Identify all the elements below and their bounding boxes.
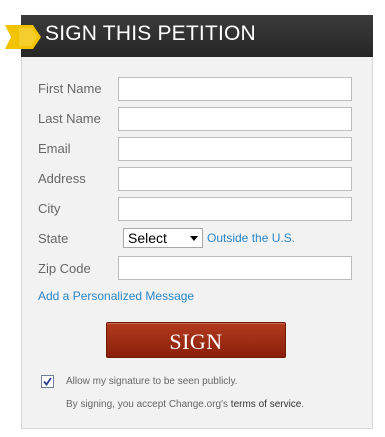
zip-code-field[interactable]: [118, 256, 352, 280]
terms-prefix: By signing, you accept Change.org's: [66, 399, 231, 410]
last-name-label: Last Name: [38, 111, 101, 126]
terms-of-service-link[interactable]: terms of service: [231, 399, 302, 410]
email-field[interactable]: [118, 137, 352, 161]
outside-us-link[interactable]: Outside the U.S.: [207, 231, 295, 245]
flag-ribbon-icon: [5, 25, 41, 49]
city-label: City: [38, 201, 61, 216]
sign-button[interactable]: SIGN: [106, 322, 286, 358]
address-field[interactable]: [118, 167, 352, 191]
zip-code-label: Zip Code: [38, 261, 91, 276]
city-field[interactable]: [118, 197, 352, 221]
terms-text: By signing, you accept Change.org's term…: [66, 399, 304, 410]
state-label: State: [38, 231, 69, 246]
terms-suffix: .: [301, 399, 305, 410]
petition-title: SIGN THIS PETITION: [45, 22, 256, 45]
address-label: Address: [38, 171, 86, 186]
state-select[interactable]: Select: [123, 228, 203, 248]
first-name-field[interactable]: [118, 77, 352, 101]
state-select-value: Select: [128, 230, 167, 246]
chevron-down-icon: [190, 236, 198, 241]
email-label: Email: [38, 141, 71, 156]
petition-header: SIGN THIS PETITION: [21, 15, 373, 57]
sign-button-label: SIGN: [169, 329, 223, 354]
first-name-label: First Name: [38, 81, 102, 96]
public-signature-label: Allow my signature to be seen publicly.: [66, 376, 238, 387]
public-signature-checkbox[interactable]: [41, 375, 54, 388]
checkmark-icon: [43, 377, 52, 386]
last-name-field[interactable]: [118, 107, 352, 131]
add-personalized-message-link[interactable]: Add a Personalized Message: [38, 289, 194, 303]
